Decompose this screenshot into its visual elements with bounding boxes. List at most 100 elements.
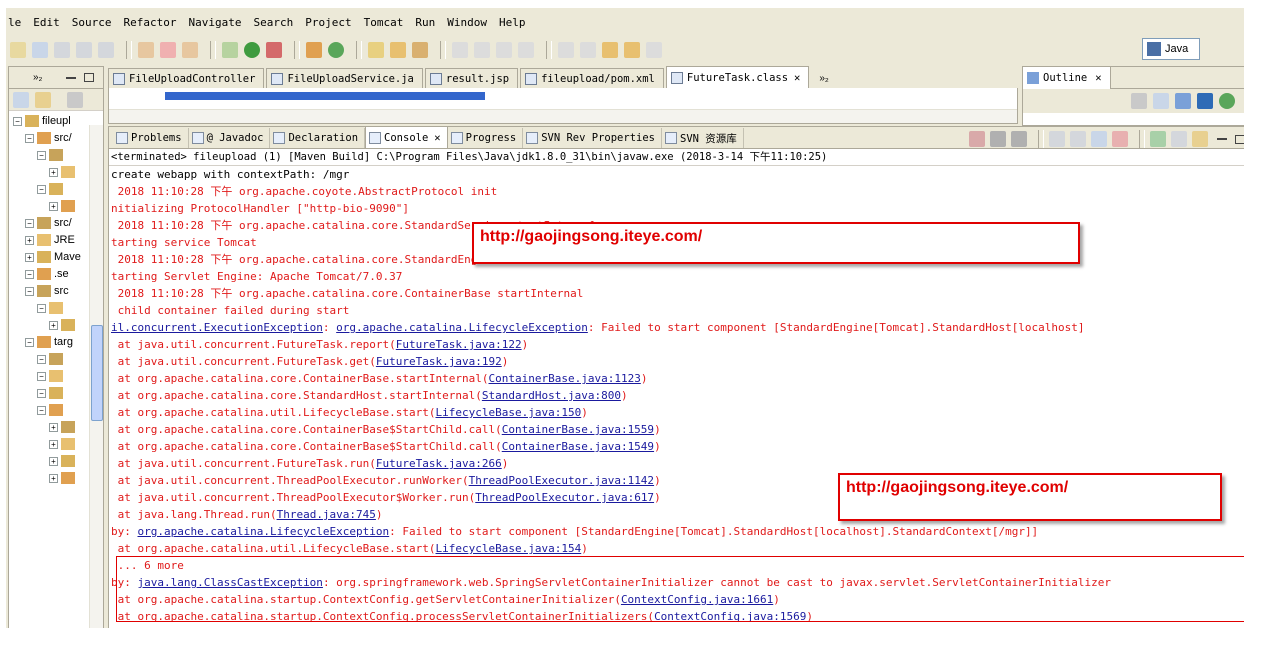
tree-item[interactable]: + Mave [25,249,81,265]
save-icon[interactable] [54,42,70,58]
tree-item[interactable]: + [49,317,78,333]
expand-toggle-icon[interactable]: − [37,184,46,194]
stacktrace-link[interactable]: ThreadPoolExecutor.java:617 [475,491,654,504]
stacktrace-link[interactable]: FutureTask.java:122 [396,338,522,351]
perspective-java-button[interactable]: Java [1142,38,1200,60]
stacktrace-link[interactable]: org.apache.catalina.LifecycleException [336,321,588,334]
editor-tab[interactable]: FileUploadController [108,68,265,88]
tomcat-restart-icon[interactable] [182,42,198,58]
remove-launch-icon[interactable] [990,131,1006,147]
view-overflow-icon[interactable]: »₂ [33,72,42,83]
tree-item[interactable]: + [49,419,78,435]
stacktrace-link[interactable]: StandardHost.java:800 [482,389,621,402]
show-stdout-icon[interactable] [1091,131,1107,147]
expand-toggle-icon[interactable]: + [49,320,58,330]
minimize-icon[interactable] [1217,138,1227,140]
tree-item[interactable]: − targ [25,334,73,350]
editor-horizontal-scrollbar[interactable] [109,109,1017,123]
tree-item[interactable]: − [37,385,66,401]
expand-toggle-icon[interactable]: + [49,167,58,177]
stacktrace-link[interactable]: ContextConfig.java:1661 [621,593,773,606]
stacktrace-link[interactable]: Thread.java:745 [277,508,376,521]
menu-item-9[interactable]: Window [447,16,487,29]
tree-item[interactable]: + JRE [25,232,75,248]
tree-item[interactable]: − src/ [25,215,72,231]
clear-console-icon[interactable] [1049,131,1065,147]
scrollbar-thumb[interactable] [91,325,103,421]
new-icon[interactable] [10,42,26,58]
maximize-icon[interactable] [84,73,95,82]
expand-toggle-icon[interactable]: + [49,456,58,466]
sort-icon[interactable] [1131,93,1147,109]
block-selection-icon[interactable] [496,42,512,58]
console-view-tab[interactable]: Problems [113,128,189,148]
menu-item-6[interactable]: Project [305,16,351,29]
console-view-tab[interactable]: Console ✕ [365,126,448,148]
save-all-icon[interactable] [76,42,92,58]
menu-item-5[interactable]: Search [253,16,293,29]
show-stderr-icon[interactable] [1112,131,1128,147]
hide-local-types-icon[interactable] [1219,93,1235,109]
expand-toggle-icon[interactable]: − [37,405,46,415]
close-icon[interactable]: ✕ [434,132,440,144]
debug-icon[interactable] [222,42,238,58]
expand-toggle-icon[interactable]: + [49,201,58,211]
previous-annotation-icon[interactable] [580,42,596,58]
editor-tab[interactable]: FileUploadService.ja [266,68,423,88]
editor-area[interactable] [108,88,1018,124]
stacktrace-link[interactable]: LifecycleBase.java:154 [436,542,582,555]
console-view-tab[interactable]: Declaration [270,128,366,148]
terminate-icon[interactable] [969,131,985,147]
editor-tab[interactable]: result.jsp [424,68,519,88]
explorer-scrollbar[interactable] [89,125,103,633]
expand-toggle-icon[interactable]: + [49,422,58,432]
hide-static-icon[interactable] [1175,93,1191,109]
print-icon[interactable] [98,42,114,58]
stacktrace-link[interactable]: org.apache.catalina.LifecycleException [138,525,390,538]
hide-non-public-icon[interactable] [1197,93,1213,109]
menu-item-3[interactable]: Refactor [124,16,177,29]
console-view-tab[interactable]: SVN Rev Properties [523,128,662,148]
tree-item[interactable]: − [37,402,66,418]
stacktrace-link[interactable]: FutureTask.java:192 [376,355,502,368]
menu-item-0[interactable]: le [8,16,21,29]
new-java-package-icon[interactable] [306,42,322,58]
stacktrace-link[interactable]: ContainerBase.java:1549 [502,440,654,453]
stacktrace-link[interactable]: ContainerBase.java:1559 [502,423,654,436]
tab-outline[interactable]: Outline ✕ [1023,66,1111,89]
tomcat-start-icon[interactable] [138,42,154,58]
tree-item[interactable]: + [49,453,78,469]
editor-tab[interactable]: FutureTask.class ✕ [665,66,810,88]
expand-toggle-icon[interactable]: + [25,235,34,245]
tree-item[interactable]: + [49,470,78,486]
expand-toggle-icon[interactable]: − [25,269,34,279]
tree-item[interactable]: + [49,164,78,180]
hide-fields-icon[interactable] [1153,93,1169,109]
expand-toggle-icon[interactable]: + [49,473,58,483]
expand-toggle-icon[interactable]: − [37,150,46,160]
expand-toggle-icon[interactable]: − [25,286,34,296]
close-icon[interactable]: ✕ [794,72,800,84]
menu-item-4[interactable]: Navigate [188,16,241,29]
tree-item[interactable]: − [37,181,66,197]
forward-icon[interactable] [646,42,662,58]
scroll-lock-icon[interactable] [1070,131,1086,147]
console-view-tab[interactable]: @ Javadoc [189,128,271,148]
console-view-tab[interactable]: SVN 资源库 [662,128,744,148]
menu-item-10[interactable]: Help [499,16,526,29]
pin-console-icon[interactable] [1150,131,1166,147]
back-icon[interactable] [624,42,640,58]
stacktrace-link[interactable]: ContainerBase.java:1123 [489,372,641,385]
open-type-icon[interactable] [368,42,384,58]
expand-toggle-icon[interactable]: − [37,371,46,381]
expand-toggle-icon[interactable]: − [13,116,22,126]
expand-toggle-icon[interactable]: − [25,337,34,347]
show-whitespace-icon[interactable] [518,42,534,58]
toggle-mark-occurrences-icon[interactable] [452,42,468,58]
menu-item-1[interactable]: Edit [33,16,60,29]
tree-item[interactable]: − src/ [25,130,72,146]
collapse-all-icon[interactable] [13,91,29,108]
external-tools-icon[interactable] [266,42,282,58]
open-task-icon[interactable] [412,42,428,58]
stacktrace-link[interactable]: java.lang.ClassCastException [138,576,323,589]
